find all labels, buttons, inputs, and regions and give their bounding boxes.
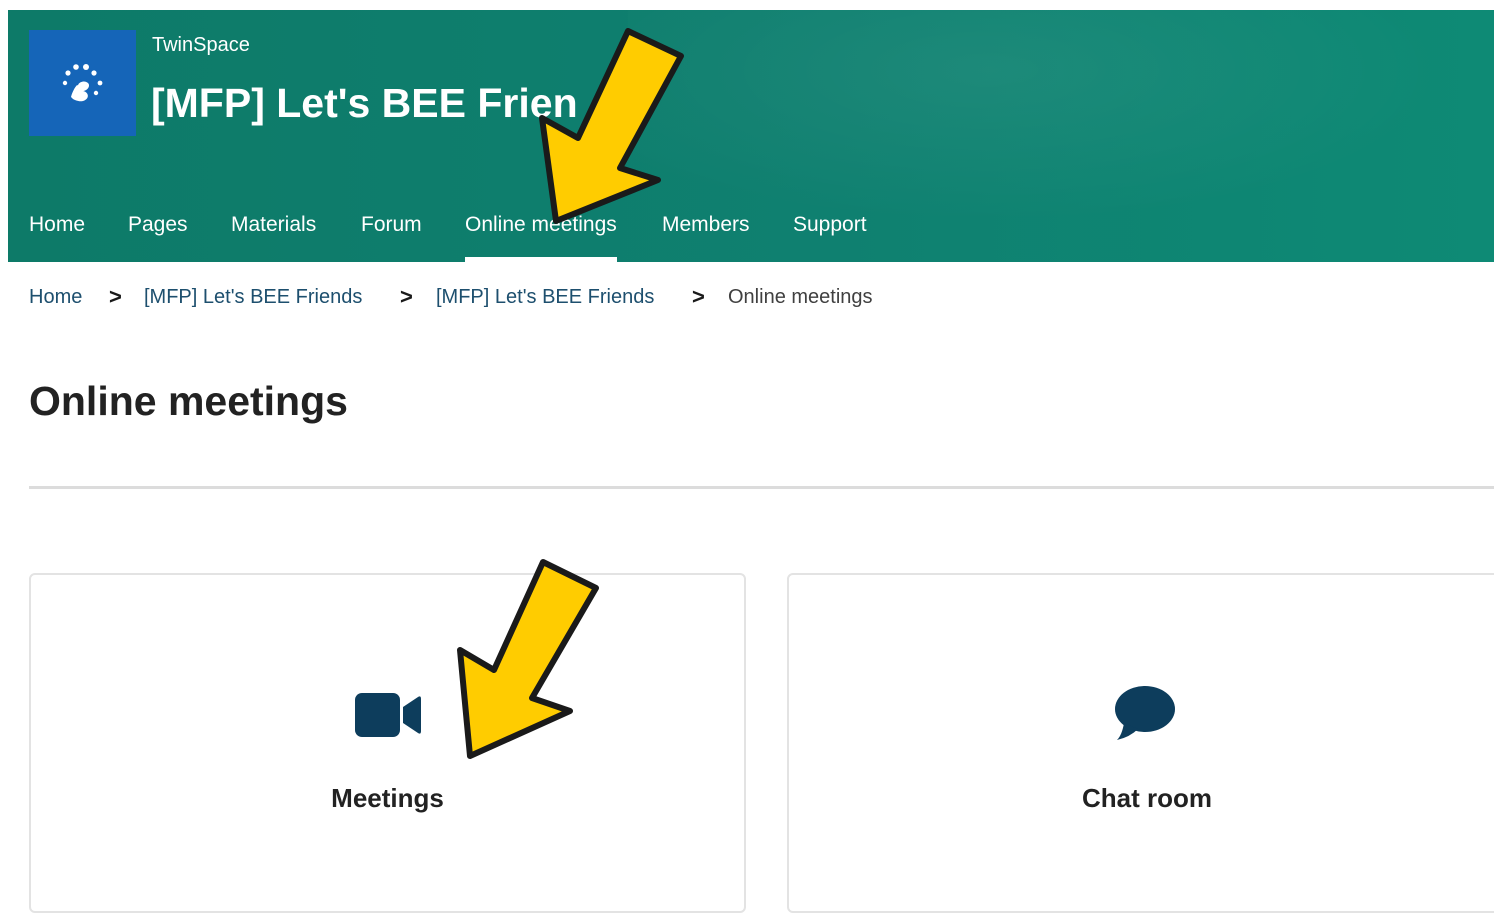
chat-room-label: Chat room (1082, 783, 1212, 813)
divider (29, 486, 1494, 489)
nav-item-members[interactable]: Members (662, 210, 750, 262)
breadcrumb-separator: > (692, 284, 705, 309)
site-name[interactable]: TwinSpace (152, 34, 250, 57)
twinning-stars-icon (62, 64, 102, 102)
site-header: TwinSpace [MFP] Let's BEE Frien Home Pag… (8, 10, 1494, 262)
breadcrumb-home[interactable]: Home (29, 286, 82, 309)
nav-item-support[interactable]: Support (793, 210, 867, 262)
nav-item-forum[interactable]: Forum (361, 210, 422, 262)
breadcrumb-separator: > (400, 284, 413, 309)
speech-bubble-icon (1115, 686, 1175, 740)
breadcrumb-project[interactable]: [MFP] Let's BEE Friends (144, 286, 362, 309)
project-title: [MFP] Let's BEE Frien (151, 80, 578, 126)
meetings-card[interactable]: Meetings (29, 573, 746, 913)
nav-item-pages[interactable]: Pages (128, 210, 188, 262)
meetings-label: Meetings (331, 783, 444, 813)
twinspace-logo[interactable] (29, 30, 136, 136)
nav-item-online-meetings[interactable]: Online meetings (465, 210, 617, 262)
page-title: Online meetings (29, 378, 348, 424)
breadcrumb-current: Online meetings (728, 286, 873, 308)
breadcrumb-separator: > (109, 284, 122, 309)
video-camera-icon (355, 693, 421, 737)
breadcrumb-project-2[interactable]: [MFP] Let's BEE Friends (436, 286, 654, 309)
chat-room-card[interactable]: Chat room (787, 573, 1494, 913)
nav-item-home[interactable]: Home (29, 210, 85, 262)
nav-item-materials[interactable]: Materials (231, 210, 316, 262)
